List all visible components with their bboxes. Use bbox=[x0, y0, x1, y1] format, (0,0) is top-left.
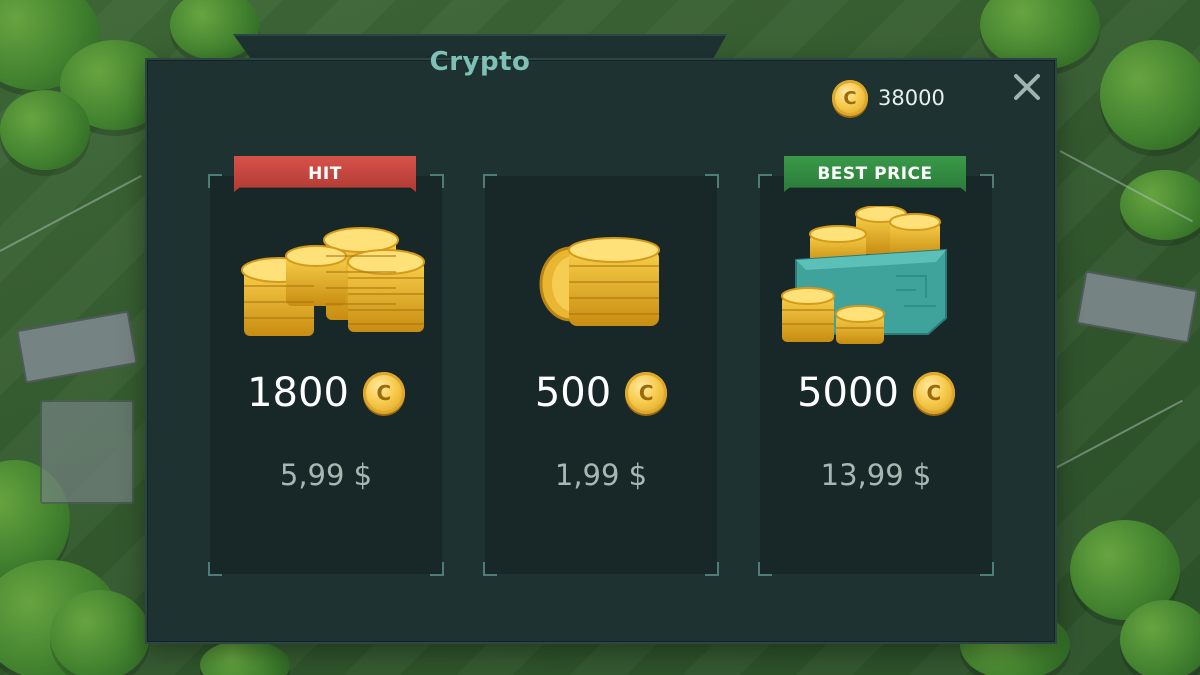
close-button[interactable] bbox=[1006, 66, 1048, 108]
coin-icon bbox=[362, 372, 405, 414]
hit-badge: HIT bbox=[234, 156, 416, 192]
coin-amount-row: 500 bbox=[485, 370, 717, 416]
offer-card-1800[interactable]: HIT 1800 5,99 $ bbox=[208, 156, 444, 576]
best-price-badge: BEST PRICE bbox=[784, 156, 966, 192]
offer-card-500[interactable]: 500 1,99 $ bbox=[483, 174, 719, 576]
offer-card-5000[interactable]: BEST PRICE 5000 13,99 $ bbox=[758, 156, 994, 576]
coin-chest-icon bbox=[781, 206, 947, 344]
coin-stack-icon bbox=[539, 237, 660, 326]
offer-price: 1,99 $ bbox=[554, 458, 648, 492]
coin-icon bbox=[625, 372, 668, 414]
coin-amount: 5000 bbox=[797, 370, 899, 416]
dialog-title: Crypto bbox=[429, 47, 531, 77]
offer-price: 5,99 $ bbox=[279, 458, 373, 492]
coin-icon bbox=[832, 80, 868, 116]
coin-stacks-icon bbox=[241, 227, 425, 336]
coin-amount: 1800 bbox=[247, 370, 349, 416]
coin-icon bbox=[912, 372, 955, 414]
currency-balance: 38000 bbox=[832, 80, 945, 116]
coin-amount-row: 5000 bbox=[760, 370, 992, 416]
close-icon bbox=[1014, 74, 1040, 100]
coin-amount: 500 bbox=[534, 370, 612, 416]
balance-amount: 38000 bbox=[878, 86, 945, 110]
coin-amount-row: 1800 bbox=[210, 370, 442, 416]
offer-price: 13,99 $ bbox=[820, 458, 932, 492]
